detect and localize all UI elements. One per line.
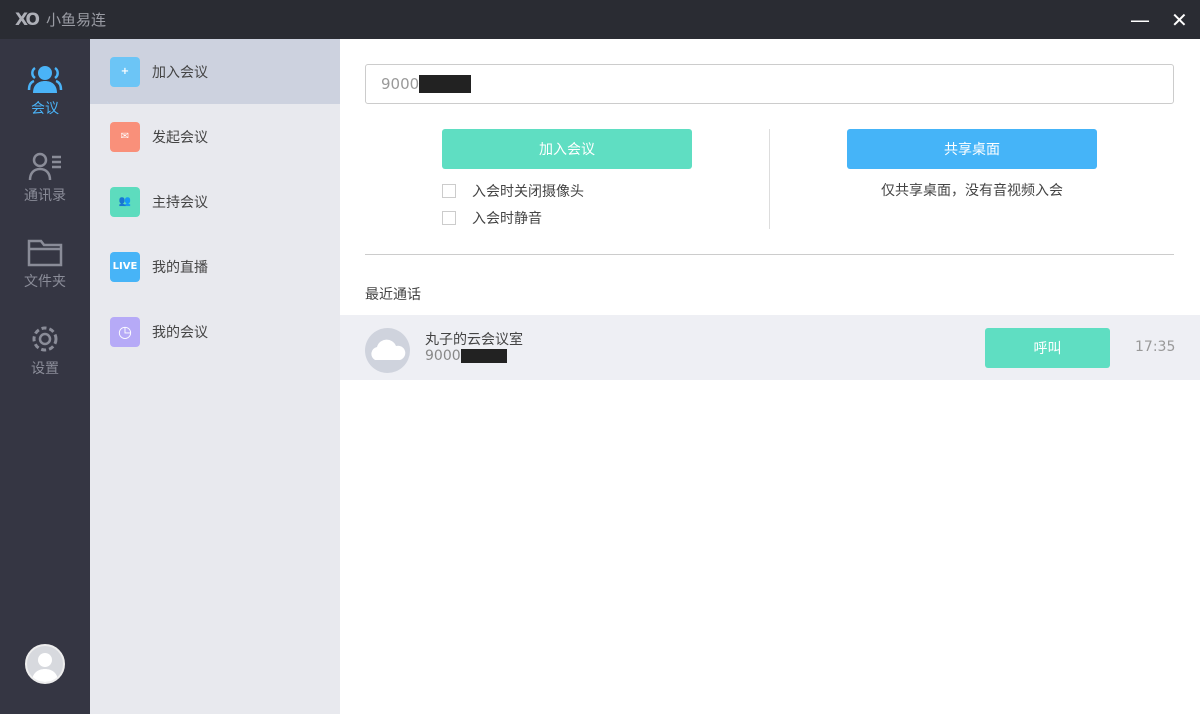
folder-icon bbox=[27, 239, 63, 267]
contacts-icon bbox=[28, 152, 61, 181]
menu-label: 加入会议 bbox=[152, 64, 208, 81]
start-meeting-icon: ✉ bbox=[110, 121, 140, 152]
rail-label: 通讯录 bbox=[24, 188, 66, 204]
rail-item-meeting[interactable]: 会议 bbox=[0, 64, 90, 118]
rail-item-contacts[interactable]: 通讯录 bbox=[0, 151, 90, 205]
minimize-button[interactable]: — bbox=[1130, 8, 1150, 32]
app-logo: XO bbox=[15, 9, 40, 30]
room-number-text: 9000 bbox=[425, 348, 461, 364]
join-icon: + bbox=[110, 56, 140, 87]
menu-item-live[interactable]: LIVE 我的直播 bbox=[90, 234, 340, 299]
redaction bbox=[419, 75, 472, 93]
user-icon bbox=[32, 653, 58, 682]
call-button[interactable]: 呼叫 bbox=[985, 328, 1110, 368]
recent-calls-title: 最近通话 bbox=[365, 287, 421, 303]
redaction bbox=[460, 349, 507, 363]
meeting-icon bbox=[27, 66, 63, 93]
camera-off-checkbox[interactable]: 入会时关闭摄像头 bbox=[442, 181, 584, 201]
checkbox[interactable] bbox=[442, 211, 456, 225]
share-hint: 仅共享桌面，没有音视频入会 bbox=[881, 183, 1063, 199]
cloud-room-avatar bbox=[365, 328, 410, 373]
nav-rail: 会议 通讯录 文件夹 设置 bbox=[0, 39, 90, 714]
input-value: 9000 bbox=[381, 75, 420, 93]
room-number: 9000 bbox=[425, 348, 507, 364]
menu-label: 我的直播 bbox=[152, 259, 208, 276]
menu-item-my-meetings[interactable]: ◷ 我的会议 bbox=[90, 299, 340, 364]
checkbox-label: 入会时关闭摄像头 bbox=[472, 184, 584, 200]
rail-label: 文件夹 bbox=[24, 274, 66, 290]
live-icon: LIVE bbox=[110, 251, 140, 282]
host-icon: 👥 bbox=[110, 186, 140, 217]
call-time: 17:35 bbox=[1135, 339, 1176, 355]
meeting-menu: + 加入会议 ✉ 发起会议 👥 主持会议 LIVE 我的直播 ◷ 我的会议 bbox=[90, 39, 340, 714]
rail-label: 会议 bbox=[31, 101, 59, 117]
meeting-number-input[interactable]: 9000 bbox=[365, 64, 1174, 104]
main-panel: 9000 加入会议 共享桌面 仅共享桌面，没有音视频入会 入会时关闭摄像头 入会… bbox=[340, 39, 1200, 714]
room-name: 丸子的云会议室 bbox=[425, 332, 523, 348]
settings-icon bbox=[32, 326, 58, 352]
join-meeting-button[interactable]: 加入会议 bbox=[442, 129, 692, 169]
clock-icon: ◷ bbox=[110, 316, 140, 347]
menu-label: 发起会议 bbox=[152, 129, 208, 146]
divider bbox=[769, 129, 770, 229]
close-button[interactable]: ✕ bbox=[1171, 8, 1188, 32]
menu-item-start[interactable]: ✉ 发起会议 bbox=[90, 104, 340, 169]
menu-item-host[interactable]: 👥 主持会议 bbox=[90, 169, 340, 234]
title-bar: XO 小鱼易连 — ✕ bbox=[0, 0, 1200, 39]
menu-label: 主持会议 bbox=[152, 194, 208, 211]
user-avatar[interactable] bbox=[25, 644, 65, 684]
cloud-icon bbox=[371, 339, 406, 360]
checkbox-label: 入会时静音 bbox=[472, 211, 542, 227]
rail-item-settings[interactable]: 设置 bbox=[0, 324, 90, 378]
mute-checkbox[interactable]: 入会时静音 bbox=[442, 208, 542, 228]
divider bbox=[365, 254, 1174, 255]
menu-item-join[interactable]: + 加入会议 bbox=[90, 39, 340, 104]
rail-label: 设置 bbox=[31, 361, 59, 377]
share-desktop-button[interactable]: 共享桌面 bbox=[847, 129, 1097, 169]
checkbox[interactable] bbox=[442, 184, 456, 198]
rail-item-folder[interactable]: 文件夹 bbox=[0, 237, 90, 291]
app-title: 小鱼易连 bbox=[45, 11, 106, 29]
menu-label: 我的会议 bbox=[152, 324, 208, 341]
recent-call-row[interactable]: 丸子的云会议室 9000 呼叫 17:35 bbox=[340, 315, 1200, 380]
